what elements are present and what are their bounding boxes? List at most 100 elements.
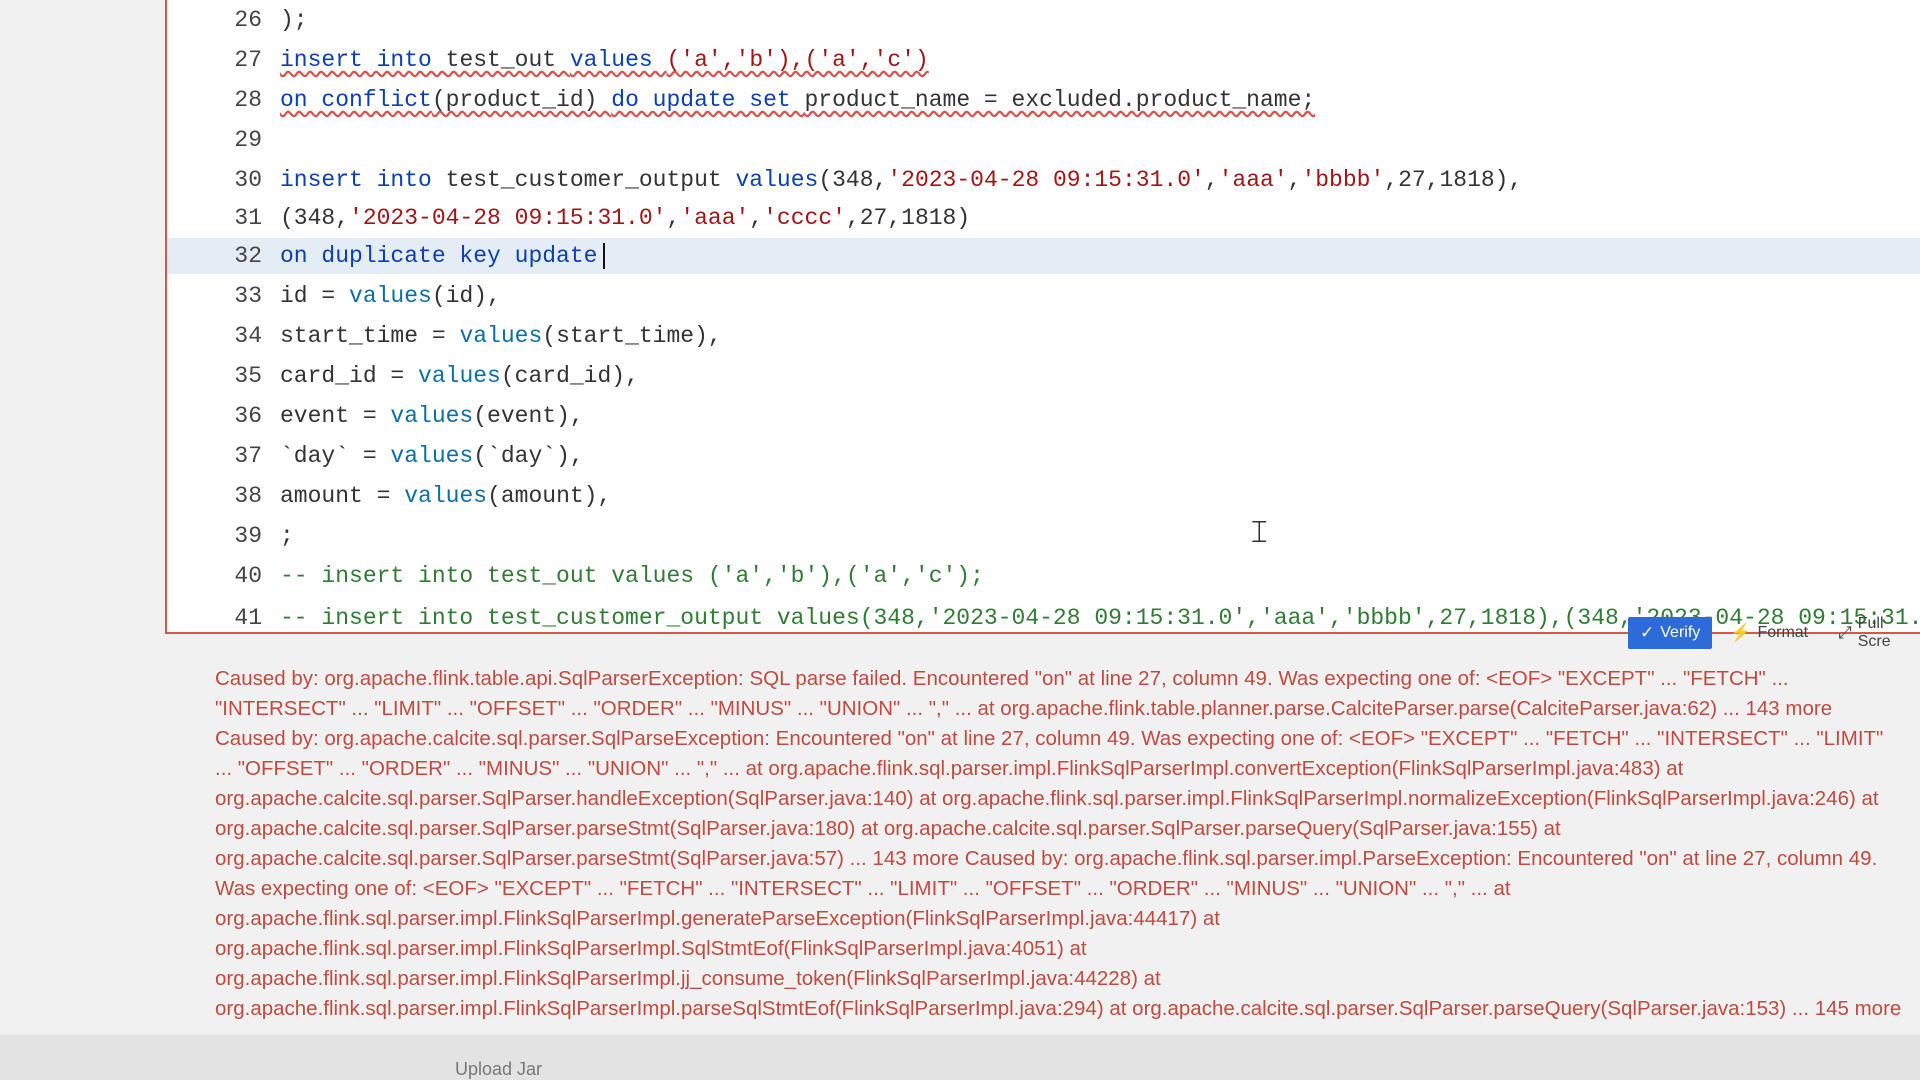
line-number: 35 [234,363,262,389]
sql-editor[interactable]: 26); 27 insert into test_out values ('a','… [165,0,1920,634]
line-number: 29 [234,127,262,153]
code-token: '2023-04-28 09:15:31.0' [349,205,667,231]
code-token: ,27,1818) [845,205,971,231]
code-line[interactable]: 36 event = values(event), [167,398,1920,434]
code-token: values [569,47,667,73]
code-token: ); [280,7,308,33]
code-token: values [390,403,474,429]
line-number: 28 [234,87,262,113]
verify-button[interactable]: ✓ Verify [1628,617,1713,649]
code-line[interactable]: 35 card_id = values(card_id), [167,358,1920,394]
code-line[interactable]: 30 insert into test_customer_output value… [167,162,1920,198]
code-line[interactable]: 34 start_time = values(start_time), [167,318,1920,354]
code-token: insert into [280,47,446,73]
code-line[interactable]: 31 (348,'2023-04-28 09:15:31.0','aaa','cc… [167,200,1920,236]
code-token: ; [280,523,294,549]
line-number: 41 [234,605,262,631]
code-token: 'aaa' [680,205,750,231]
line-number: 33 [234,283,262,309]
code-text: insert into test_customer_output values(… [276,167,1522,193]
code-text: card_id = values(card_id), [276,363,639,389]
code-token: amount = [280,483,405,509]
code-token: on duplicate key update [280,243,598,270]
code-text: on conflict(product_id) do update set pr… [276,87,1315,113]
code-token: , [666,205,681,231]
line-number: 36 [234,403,262,429]
code-token: , [1287,167,1302,193]
line-number: 39 [234,523,262,549]
error-message: Caused by: org.apache.flink.table.api.Sq… [215,667,1902,1020]
upload-jar-link[interactable]: Upload Jar [455,1059,542,1080]
code-token: start_time = [280,323,460,349]
code-token: -- insert into test_out values ('a','b')… [280,563,984,589]
code-token: card_id = [280,363,419,389]
fullscreen-icon: ⤢ [1838,623,1852,642]
code-token: (start_time), [542,323,722,349]
code-line[interactable]: 40 -- insert into test_out values ('a','b… [167,558,1920,594]
code-token: (id), [431,283,501,309]
code-token: (product_id) [431,87,612,113]
code-token: product_name = excluded.product_name; [804,87,1316,113]
line-number: 31 [234,205,262,231]
code-text: event = values(event), [276,403,584,429]
line-number: 30 [234,167,262,193]
code-token: 'aaa' [1218,167,1288,193]
editor-toolbar: ✓ Verify ⚡ Format ⤢ Full Scre [1628,615,1920,650]
format-icon: ⚡ [1730,623,1752,642]
code-line[interactable]: 27 insert into test_out values ('a','b'),… [167,42,1920,78]
code-text: ); [276,7,308,33]
code-token: values [735,167,819,193]
format-button[interactable]: ⚡ Format [1718,617,1820,649]
code-text: on duplicate key update [276,242,606,270]
code-token: values [349,283,432,309]
code-line[interactable]: 39; [167,518,1920,554]
line-number: 32 [234,243,262,269]
caret [603,242,606,269]
code-token: (348, [280,205,350,231]
code-token: values [390,443,474,469]
code-token: (`day`), [473,443,584,469]
code-token: values [418,363,501,389]
code-text: -- insert into test_out values ('a','b')… [276,563,984,589]
code-token: , [1204,167,1219,193]
code-token: id = [280,283,350,309]
code-token: (amount), [487,483,612,509]
code-text: insert into test_out values ('a','b'),('… [276,47,929,73]
code-line[interactable]: 32 on duplicate key update [167,238,1920,274]
check-icon: ✓ [1640,623,1655,642]
code-line[interactable]: 37 `day` = values(`day`), [167,438,1920,474]
code-token: (event), [473,403,584,429]
code-token: test_out [445,47,570,73]
fullscreen-button[interactable]: ⤢ Full Scre [1826,615,1920,650]
code-line[interactable]: 33 id = values(id), [167,278,1920,314]
code-token: ('a','b'),('a','c') [666,47,929,73]
code-token: insert into [280,167,446,193]
code-token: '2023-04-28 09:15:31.0' [887,167,1205,193]
code-line[interactable]: 26); [167,2,1920,38]
line-number: 40 [234,563,262,589]
code-token: `day` = [280,443,391,469]
line-number: 26 [234,7,262,33]
text-cursor-icon: 𝙸 [1248,512,1271,550]
code-text: start_time = values(start_time), [276,323,722,349]
line-number: 37 [234,443,262,469]
code-text: `day` = values(`day`), [276,443,584,469]
code-text: amount = values(amount), [276,483,611,509]
code-token: values [459,323,543,349]
code-token: 'cccc' [763,205,846,231]
code-token: , [749,205,764,231]
code-token: on conflict [280,87,432,113]
code-text: (348,'2023-04-28 09:15:31.0','aaa','cccc… [276,205,970,231]
code-line[interactable]: 29 [167,122,1920,158]
code-text: id = values(id), [276,283,501,309]
code-token: do update set [611,87,805,113]
code-token: ,27,1818), [1384,167,1523,193]
bottom-bar: Upload Jar [0,1035,1920,1080]
code-token: (348, [818,167,888,193]
line-number: 38 [234,483,262,509]
code-line[interactable]: 28 on conflict(product_id) do update set … [167,82,1920,118]
line-number: 34 [234,323,262,349]
code-token: test_customer_output [445,167,736,193]
code-line[interactable]: 38 amount = values(amount), [167,478,1920,514]
code-token: (card_id), [500,363,639,389]
